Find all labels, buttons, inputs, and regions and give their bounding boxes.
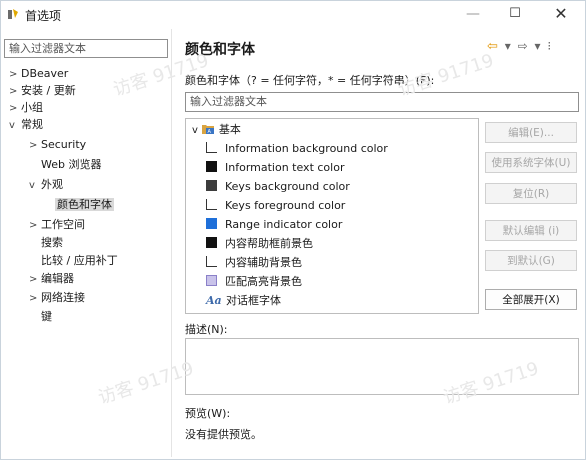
- colors-fonts-description: 颜色和字体（? = 任何字符，* = 任何字符串）(F):: [185, 74, 435, 87]
- panel-divider[interactable]: [171, 29, 172, 457]
- list-item-label: Keys background color: [225, 180, 350, 193]
- list-item-label: 对话框字体: [226, 294, 281, 307]
- tree-item-label: 键: [41, 310, 52, 323]
- tree-item-workspace[interactable]: > 工作空间: [29, 216, 85, 233]
- description-box: [185, 338, 579, 395]
- close-button[interactable]: ✕: [539, 1, 583, 27]
- preferences-window: 首选项 — ☐ ✕ 输入过滤器文本 > DBeaver > 安装 / 更新 > 小组 …: [0, 0, 586, 460]
- tree-item-label: 工作空间: [41, 218, 85, 231]
- description-label: 描述(N):: [185, 323, 228, 336]
- list-item[interactable]: Keys foreground color: [206, 196, 345, 215]
- collapse-chevron-icon[interactable]: v: [29, 177, 41, 194]
- tree-item-editors[interactable]: > 编辑器: [29, 270, 74, 287]
- list-item[interactable]: Range indicator color: [206, 215, 342, 234]
- expand-chevron-icon[interactable]: >: [9, 66, 21, 83]
- color-swatch: [206, 161, 217, 172]
- list-item[interactable]: 匹配高亮背景色: [206, 272, 302, 291]
- tree-item-label: 常规: [21, 118, 43, 131]
- reset-button[interactable]: 复位(R): [485, 183, 577, 204]
- tree-item-label: 比较 / 应用补丁: [41, 254, 118, 267]
- open-swatch-icon: [206, 256, 217, 267]
- minimize-button[interactable]: —: [451, 1, 495, 27]
- watermark: 访客 91719: [95, 358, 197, 409]
- tree-item-label: 小组: [21, 101, 43, 114]
- tree-item-label: 安装 / 更新: [21, 84, 76, 97]
- use-system-font-button[interactable]: 使用系统字体(U): [485, 152, 577, 173]
- list-item[interactable]: 内容辅助背景色: [206, 253, 302, 272]
- tree-item-dbeaver[interactable]: > DBeaver: [9, 65, 68, 82]
- tree-item-install-update[interactable]: > 安装 / 更新: [9, 82, 76, 99]
- preview-text: 没有提供预览。: [185, 428, 262, 441]
- tree-item-appearance[interactable]: v 外观: [29, 176, 63, 193]
- tree-item-team[interactable]: > 小组: [9, 99, 43, 116]
- expand-chevron-icon[interactable]: >: [29, 217, 41, 234]
- list-item[interactable]: Keys background color: [206, 177, 350, 196]
- list-item-label: Range indicator color: [225, 218, 343, 231]
- edit-button[interactable]: 编辑(E)...: [485, 122, 577, 143]
- collapse-chevron-icon[interactable]: v: [192, 125, 198, 136]
- page-navigation: ⇦ ▾ ⇨ ▾ ⁝: [487, 39, 554, 54]
- tree-item-label: Security: [41, 138, 87, 151]
- tree-item-colors-and-fonts[interactable]: 颜色和字体: [43, 196, 114, 213]
- tree-item-compare-patch[interactable]: 比较 / 应用补丁: [29, 252, 118, 269]
- color-swatch: [206, 180, 217, 191]
- color-swatch: [206, 218, 217, 229]
- expand-all-button[interactable]: 全部展开(X): [485, 289, 577, 310]
- svg-text:A: A: [207, 129, 211, 135]
- list-item-label: Keys foreground color: [225, 199, 346, 212]
- preview-label: 预览(W):: [185, 407, 231, 420]
- tree-item-label: 网络连接: [41, 291, 85, 304]
- tree-item-search[interactable]: 搜索: [29, 234, 63, 251]
- tree-item-label: 编辑器: [41, 272, 74, 285]
- tree-item-label: 外观: [41, 178, 63, 191]
- tree-item-security[interactable]: > Security: [29, 136, 86, 153]
- tree-item-label: DBeaver: [21, 67, 69, 80]
- tree-item-label: 颜色和字体: [55, 198, 114, 211]
- list-item-label: 匹配高亮背景色: [225, 275, 302, 288]
- expand-chevron-icon[interactable]: >: [29, 137, 41, 154]
- expand-chevron-icon[interactable]: >: [9, 83, 21, 100]
- list-item-label: 内容辅助背景色: [225, 256, 302, 269]
- list-item[interactable]: Aa 对话框字体: [206, 291, 281, 310]
- expand-chevron-icon[interactable]: >: [9, 100, 21, 117]
- group-label: 基本: [218, 123, 241, 136]
- tree-item-network[interactable]: > 网络连接: [29, 289, 85, 306]
- tree-item-web-browser[interactable]: Web 浏览器: [29, 156, 101, 173]
- list-item-label: 内容帮助框前景色: [225, 237, 313, 250]
- tree-item-general[interactable]: v 常规: [9, 116, 43, 133]
- left-filter-input[interactable]: 输入过滤器文本: [4, 39, 168, 58]
- open-swatch-icon: [206, 142, 217, 153]
- color-swatch: [206, 237, 217, 248]
- preferences-app-icon: [8, 9, 18, 19]
- color-swatch: [206, 275, 217, 286]
- tree-item-keys[interactable]: 键: [29, 308, 52, 325]
- forward-menu-chevron-icon[interactable]: ▾: [534, 39, 540, 53]
- tree-item-label: Web 浏览器: [41, 158, 102, 171]
- expand-chevron-icon[interactable]: >: [29, 271, 41, 288]
- list-item[interactable]: Information background color: [206, 139, 388, 158]
- tree-group-basic[interactable]: v A 基本: [192, 120, 241, 139]
- folder-icon: A: [201, 125, 214, 135]
- list-item-label: Information background color: [225, 142, 388, 155]
- open-swatch-icon: [206, 199, 217, 210]
- font-icon: Aa: [206, 294, 222, 307]
- forward-arrow-icon[interactable]: ⇨: [518, 39, 528, 53]
- expand-chevron-icon[interactable]: >: [29, 290, 41, 307]
- maximize-button[interactable]: ☐: [493, 1, 537, 27]
- list-item[interactable]: Information text color: [206, 158, 344, 177]
- goto-default-button[interactable]: 到默认(G): [485, 250, 577, 271]
- tree-item-label: 搜索: [41, 236, 63, 249]
- more-options-icon[interactable]: ⁝: [547, 39, 551, 53]
- right-filter-input[interactable]: 输入过滤器文本: [185, 92, 579, 112]
- list-item-label: Information text color: [225, 161, 345, 174]
- colors-fonts-tree: v A 基本 Information background color Info…: [185, 118, 479, 314]
- title-bar: 首选项 — ☐ ✕: [1, 1, 585, 27]
- edit-default-button[interactable]: 默认编辑 (i): [485, 220, 577, 241]
- window-title: 首选项: [25, 9, 62, 23]
- back-arrow-icon[interactable]: ⇦: [487, 39, 498, 54]
- collapse-chevron-icon[interactable]: v: [9, 117, 21, 134]
- page-title: 颜色和字体: [185, 42, 255, 58]
- list-item[interactable]: 内容帮助框前景色: [206, 234, 313, 253]
- back-menu-chevron-icon[interactable]: ▾: [505, 39, 511, 53]
